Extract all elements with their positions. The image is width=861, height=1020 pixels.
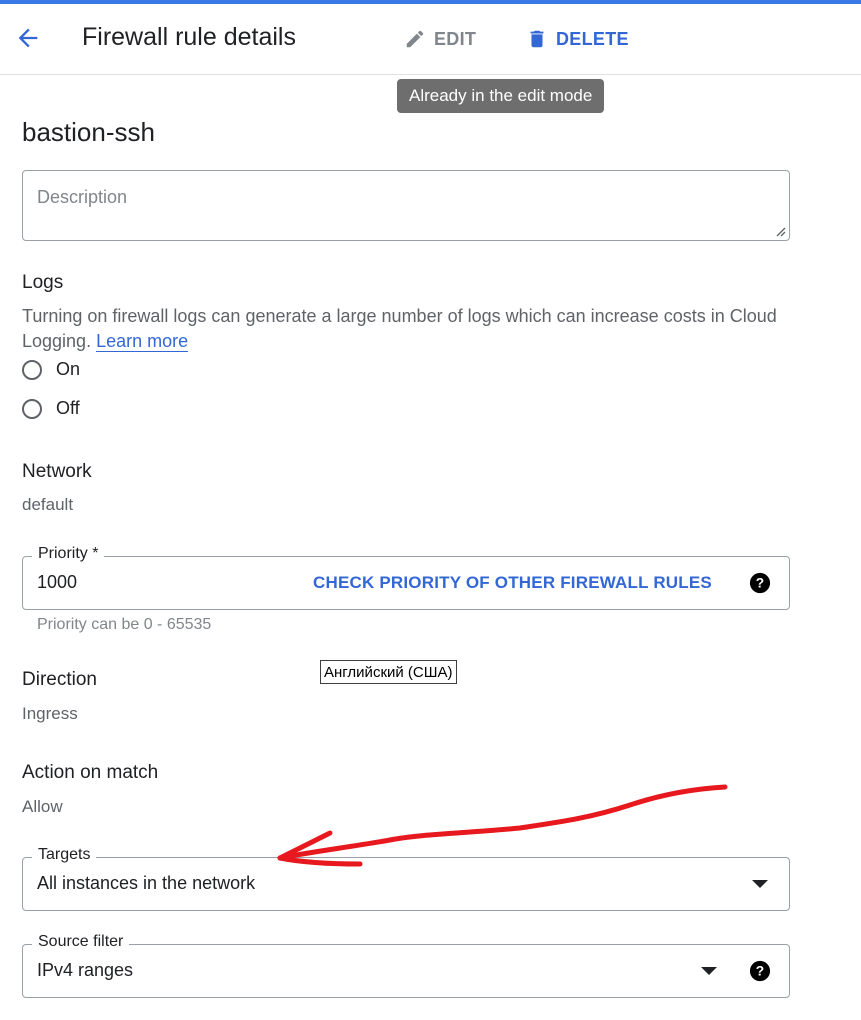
- targets-label: Targets: [32, 846, 97, 864]
- help-icon[interactable]: ?: [749, 572, 771, 594]
- source-filter-label: Source filter: [32, 933, 130, 951]
- trash-icon: [530, 30, 544, 48]
- learn-more-link[interactable]: Learn more: [96, 331, 189, 352]
- language-tooltip: Английский (США): [320, 660, 457, 684]
- edit-label: EDIT: [434, 28, 477, 49]
- logs-help-text: Turning on firewall logs can generate a …: [22, 304, 792, 354]
- direction-value: Ingress: [22, 704, 78, 723]
- help-icon[interactable]: ?: [749, 960, 771, 982]
- resize-handle-icon[interactable]: [774, 225, 786, 237]
- svg-text:?: ?: [756, 964, 764, 979]
- priority-input-value[interactable]: 1000: [37, 572, 77, 593]
- back-arrow-icon[interactable]: [14, 24, 42, 52]
- network-label: Network: [22, 461, 92, 482]
- source-filter-select[interactable]: Source filter IPv4 ranges ?: [22, 933, 790, 998]
- dropdown-arrow-icon[interactable]: [701, 967, 717, 975]
- direction-label: Direction: [22, 669, 97, 690]
- radio-label-on: On: [56, 359, 81, 379]
- radio-circle-icon[interactable]: [22, 359, 42, 380]
- dropdown-arrow-icon[interactable]: [752, 880, 768, 888]
- action-label: Action on match: [22, 762, 159, 783]
- check-priority-link[interactable]: CHECK PRIORITY OF OTHER FIREWALL RULES: [313, 573, 712, 593]
- rule-name: bastion-ssh: [22, 117, 155, 147]
- priority-field[interactable]: Priority * 1000 CHECK PRIORITY OF OTHER …: [22, 545, 790, 610]
- priority-label: Priority *: [32, 545, 105, 563]
- targets-value: All instances in the network: [37, 873, 256, 893]
- page-header: Firewall rule details EDIT DELETE: [0, 4, 861, 75]
- network-value: default: [22, 495, 74, 514]
- delete-button[interactable]: DELETE: [526, 24, 629, 54]
- action-value: Allow: [22, 797, 63, 816]
- page-title: Firewall rule details: [82, 23, 296, 51]
- svg-text:?: ?: [756, 576, 764, 591]
- radio-label-off: Off: [56, 398, 80, 418]
- radio-circle-icon[interactable]: [22, 398, 42, 419]
- edit-button[interactable]: EDIT: [404, 24, 476, 54]
- pencil-icon: [406, 30, 424, 48]
- priority-hint: Priority can be 0 - 65535: [37, 616, 212, 633]
- delete-label: DELETE: [556, 28, 629, 49]
- edit-mode-tooltip: Already in the edit mode: [397, 79, 605, 113]
- logs-radio-on[interactable]: On: [22, 359, 80, 380]
- description-placeholder: Description: [37, 187, 128, 207]
- logs-radio-off[interactable]: Off: [22, 398, 80, 419]
- logs-label: Logs: [22, 272, 64, 293]
- source-filter-value: IPv4 ranges: [37, 960, 134, 980]
- targets-select[interactable]: Targets All instances in the network: [22, 846, 790, 911]
- description-field[interactable]: Description: [22, 170, 790, 241]
